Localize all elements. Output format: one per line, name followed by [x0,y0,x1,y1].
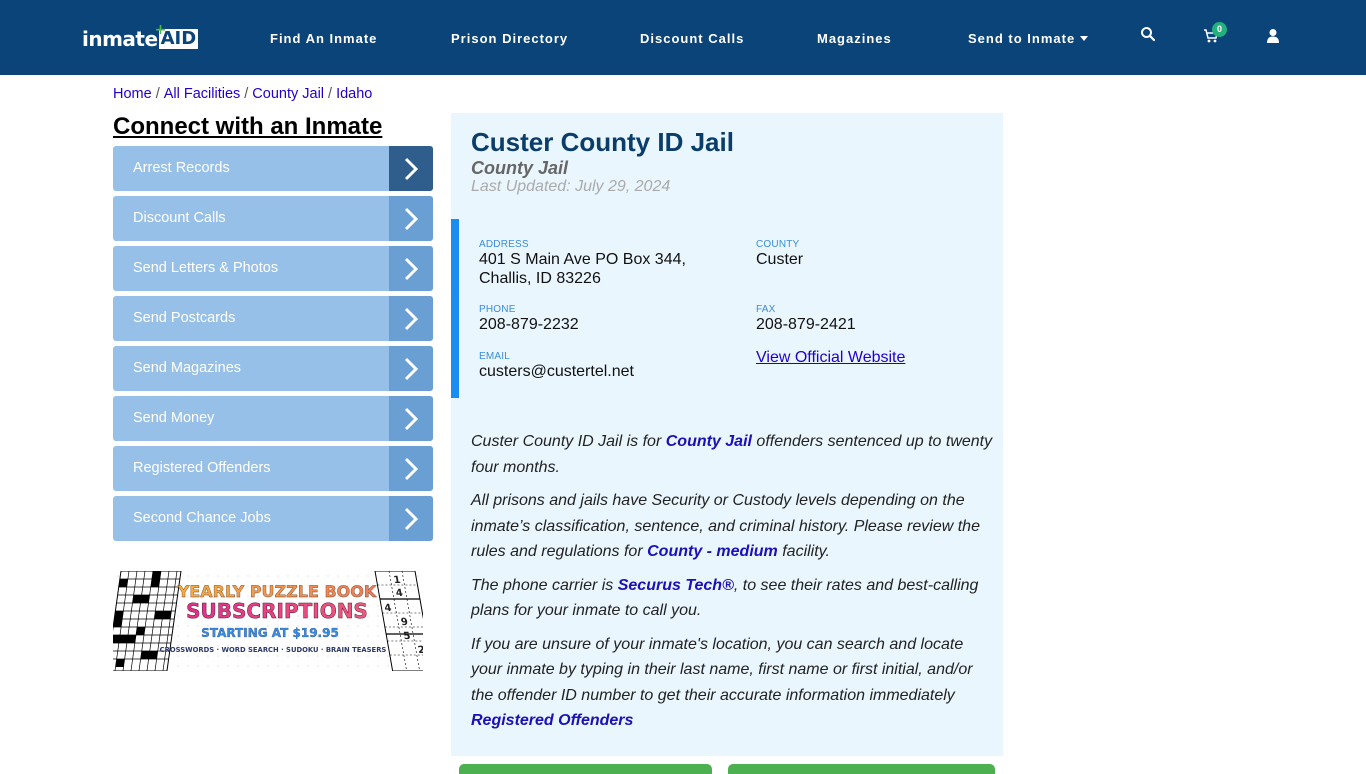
county-value: Custer [756,251,804,268]
breadcrumb: Home / All Facilities / County Jail / Idaho [113,86,372,102]
view-official-website-link[interactable]: View Official Website [756,349,905,366]
breadcrumb-home[interactable]: Home [113,86,152,102]
county-medium-link[interactable]: County - medium [647,543,778,560]
county-field: COUNTY Custer [756,239,803,269]
text: Custer County ID Jail is for [471,433,666,450]
chevron-right-icon [389,296,433,341]
ad-categories: CROSSWORDS · WORD SEARCH · SUDOKU · BRAI… [160,646,387,654]
nav-magazines[interactable]: Magazines [817,30,892,46]
breadcrumb-county-jail[interactable]: County Jail [252,86,324,102]
county-label: COUNTY [756,239,800,250]
address-field: ADDRESS 401 S Main Ave PO Box 344, Chall… [479,239,739,288]
chevron-right-icon [389,346,433,391]
breadcrumb-idaho[interactable]: Idaho [336,86,372,102]
breadcrumb-separator: / [155,86,160,102]
sidebar-item-label: Send Money [133,410,215,426]
breadcrumb-all-facilities[interactable]: All Facilities [164,86,241,102]
website-field: View Official Website [756,349,905,367]
registered-offenders-link[interactable]: Registered Offenders [471,712,633,729]
nav-label: Find An Inmate [270,30,378,46]
breadcrumb-separator: / [328,86,333,102]
sudoku-digit: 2 [417,645,423,656]
nav-label: Send to Inmate [968,30,1076,46]
description-paragraph: Custer County ID Jail is for County Jail… [471,429,996,480]
text: If you are unsure of your inmate's locat… [471,635,973,704]
search-icon[interactable] [1140,26,1160,46]
sidebar-item-label: Send Postcards [133,310,236,326]
green-action-button-right[interactable] [728,764,995,774]
breadcrumb-separator: / [244,86,249,102]
text: facility. [777,543,830,560]
securus-tech-link[interactable]: Securus Tech® [618,577,734,594]
description-paragraph: If you are unsure of your inmate's locat… [471,632,996,734]
nav-discount-calls[interactable]: Discount Calls [640,30,744,46]
phone-label: PHONE [479,304,516,315]
description-paragraph: All prisons and jails have Security or C… [471,488,996,565]
chevron-right-icon [389,496,433,541]
chevron-right-icon [389,246,433,291]
crossword-grid-graphic: YEARLY PUZZLE BOOK SUBSCRIPTIONS STARTIN… [113,571,423,671]
text: The phone carrier is [471,576,618,594]
nav-find-an-inmate[interactable]: Find An Inmate [270,30,377,46]
nav-prison-directory[interactable]: Prison Directory [451,30,568,46]
fax-label: FAX [756,304,776,315]
inmateaid-logo[interactable]: inmate + AID [82,22,199,52]
address-line1: 401 S Main Ave PO Box 344, [479,251,686,268]
facility-details-panel: Custer County ID Jail County Jail Last U… [451,113,1003,756]
sidebar-menu: Arrest Records Discount Calls Send Lette… [113,146,433,546]
contact-info-card: ADDRESS 401 S Main Ave PO Box 344, Chall… [451,219,1003,398]
fax-field: FAX 208-879-2421 [756,304,856,334]
chevron-right-icon [389,146,433,191]
sidebar-item-label: Arrest Records [133,160,230,176]
nav-label: Discount Calls [640,30,745,46]
logo-badge: + AID [155,22,199,49]
phone-field: PHONE 208-879-2232 [479,304,579,334]
green-action-button-left[interactable] [459,764,712,774]
address-label: ADDRESS [479,239,529,250]
last-updated: Last Updated: July 29, 2024 [471,178,671,195]
sidebar-item-label: Send Letters & Photos [133,260,279,276]
chevron-right-icon [389,396,433,441]
plus-icon: + [154,22,167,38]
sidebar-item-registered-offenders[interactable]: Registered Offenders [113,446,433,491]
facility-description: Custer County ID Jail is for County Jail… [471,429,996,742]
sidebar-item-send-postcards[interactable]: Send Postcards [113,296,433,341]
sidebar-item-send-money[interactable]: Send Money [113,396,433,441]
nav-send-to-inmate-dropdown[interactable]: Send to Inmate [968,30,1089,46]
sidebar-item-label: Discount Calls [133,210,226,226]
top-navbar: inmate + AID Find An Inmate Prison Direct… [0,0,1366,75]
sidebar-item-label: Send Magazines [133,360,242,376]
facility-name: Custer County ID Jail [471,127,734,157]
ad-price: STARTING AT $19.95 [201,626,339,640]
sidebar-item-label: Second Chance Jobs [133,510,271,526]
email-value[interactable]: custers@custertel.net [479,363,634,381]
county-jail-link[interactable]: County Jail [666,433,752,450]
nav-label: Magazines [817,30,892,46]
email-label: EMAIL [479,351,511,362]
sidebar-item-arrest-records[interactable]: Arrest Records [113,146,433,191]
user-icon[interactable] [1266,28,1286,48]
fax-value: 208-879-2421 [756,316,856,333]
ad-headline-line2: SUBSCRIPTIONS [186,599,368,623]
chevron-right-icon [389,446,433,491]
logo-text: inmate [82,27,158,51]
address-line2: Challis, ID 83226 [479,270,601,287]
nav-label: Prison Directory [451,30,569,46]
sidebar-item-send-letters-photos[interactable]: Send Letters & Photos [113,246,433,291]
description-paragraph: The phone carrier is Securus Tech®, to s… [471,573,996,624]
facility-type: County Jail [471,158,569,178]
phone-value[interactable]: 208-879-2232 [479,316,579,334]
sidebar-item-second-chance-jobs[interactable]: Second Chance Jobs [113,496,433,541]
chevron-right-icon [389,196,433,241]
sidebar-item-send-magazines[interactable]: Send Magazines [113,346,433,391]
email-field: EMAIL custers@custertel.net [479,351,634,381]
sidebar-item-discount-calls[interactable]: Discount Calls [113,196,433,241]
puzzle-book-ad-banner[interactable]: YEARLY PUZZLE BOOK SUBSCRIPTIONS STARTIN… [113,571,423,671]
sidebar-item-label: Registered Offenders [133,460,271,476]
sidebar-title: Connect with an Inmate [113,113,383,140]
cart-count-badge: 0 [1212,22,1227,37]
caret-down-icon [1080,35,1089,41]
